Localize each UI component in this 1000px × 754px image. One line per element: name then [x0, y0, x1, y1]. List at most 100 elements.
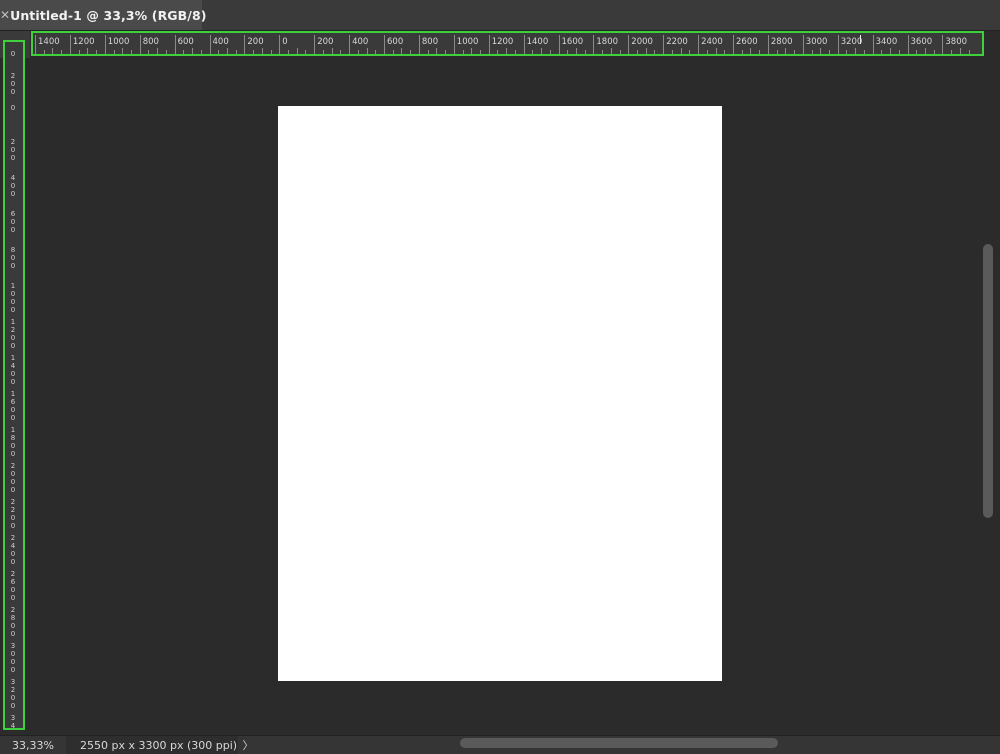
ruler-major-tick — [558, 35, 560, 54]
ruler-major-tick — [69, 35, 71, 54]
ruler-label: 3200 — [10, 678, 16, 710]
ruler-label: 3800 — [945, 37, 968, 47]
ruler-minor-tick — [113, 50, 115, 54]
ruler-minor-tick — [296, 48, 298, 54]
close-icon[interactable]: ✕ — [0, 8, 10, 22]
ruler-label: 1400 — [526, 37, 549, 47]
ruler-minor-tick — [968, 50, 970, 54]
ruler-major-tick — [104, 35, 106, 54]
ruler-minor-tick — [959, 48, 961, 54]
ruler-minor-tick — [87, 48, 89, 54]
document-tab[interactable]: ✕ Untitled-1 @ 33,3% (RGB/8) — [0, 0, 206, 30]
ruler-major-tick — [907, 35, 909, 54]
ruler-minor-tick — [52, 48, 54, 54]
ruler-minor-tick — [671, 50, 673, 54]
ruler-minor-tick — [218, 50, 220, 54]
ruler-minor-tick — [846, 50, 848, 54]
ruler-label: 1600 — [561, 37, 584, 47]
ruler-label: 3400 — [10, 714, 16, 730]
ruler-major-tick — [488, 35, 490, 54]
ruler-label: 400 — [352, 37, 369, 47]
ruler-label: 2600 — [736, 37, 758, 47]
ruler-label: 2200 — [10, 498, 16, 530]
ruler-label: 200 — [10, 72, 16, 96]
ruler-major-tick — [384, 35, 385, 54]
ruler-minor-tick — [157, 48, 159, 54]
ruler-minor-tick — [270, 50, 272, 54]
vertical-scrollbar-thumb[interactable] — [983, 244, 993, 518]
document-tab-title: Untitled-1 @ 33,3% (RGB/8) — [10, 7, 207, 23]
ruler-minor-tick — [357, 50, 359, 54]
zoom-level[interactable]: 33,33% — [0, 739, 66, 752]
ruler-minor-tick — [235, 50, 237, 54]
ruler-label: 1200 — [491, 37, 514, 47]
ruler-label: 1800 — [596, 37, 619, 47]
ruler-minor-tick — [436, 48, 438, 54]
ruler-minor-tick — [881, 50, 883, 54]
horizontal-scrollbar-thumb[interactable] — [460, 738, 778, 748]
ruler-label: 2000 — [10, 462, 16, 494]
ruler-label: 1000 — [10, 282, 16, 314]
ruler-label: 2600 — [10, 570, 16, 602]
cursor-position-marker — [860, 35, 861, 44]
ruler-major-tick — [174, 35, 176, 54]
ruler-label: 200 — [317, 37, 334, 47]
ruler-minor-tick — [715, 48, 717, 54]
ruler-label: 3000 — [10, 642, 16, 674]
ruler-major-tick — [733, 35, 734, 54]
ruler-major-tick — [802, 35, 804, 54]
ruler-minor-tick — [741, 50, 743, 54]
ruler-major-tick — [244, 35, 246, 54]
ruler-label: 2200 — [666, 37, 688, 47]
ruler-minor-tick — [541, 48, 543, 54]
ruler-minor-tick — [602, 50, 604, 54]
ruler-label: 1200 — [10, 318, 16, 350]
ruler-label: 1200 — [72, 37, 95, 47]
horizontal-ruler[interactable]: 1400 1200 1000 800 600 400 200 0 200 400 600 800 100… — [31, 31, 984, 56]
ruler-label: 1000 — [456, 37, 479, 47]
ruler-minor-tick — [654, 50, 656, 54]
ruler-minor-tick — [776, 50, 778, 54]
ruler-minor-tick — [96, 50, 98, 54]
ruler-label: 3600 — [910, 37, 933, 47]
ruler-minor-tick — [514, 50, 516, 54]
ruler-major-tick — [453, 35, 455, 54]
ruler-minor-tick — [794, 50, 796, 54]
ruler-minor-tick — [375, 50, 377, 54]
ruler-minor-tick — [78, 50, 80, 54]
ruler-minor-tick — [584, 50, 586, 54]
ruler-major-tick — [872, 35, 874, 54]
ruler-minor-tick — [567, 50, 569, 54]
ruler-minor-tick — [340, 50, 342, 54]
ruler-minor-tick — [750, 48, 752, 54]
ruler-minor-tick — [924, 48, 926, 54]
ruler-label: 2400 — [10, 534, 16, 566]
ruler-label: 2000 — [631, 37, 653, 47]
ruler-minor-tick — [122, 48, 124, 54]
ruler-major-tick — [837, 35, 839, 54]
ruler-minor-tick — [916, 50, 918, 54]
ruler-minor-tick — [689, 50, 691, 54]
vertical-ruler[interactable]: 0 200 0 200 400 600 800 1000 1200 1400 1600 1800 200… — [3, 40, 25, 730]
ruler-label: 1400 — [10, 354, 16, 386]
ruler-minor-tick — [828, 50, 830, 54]
ruler-minor-tick — [410, 50, 412, 54]
document-canvas[interactable] — [278, 106, 722, 681]
ruler-major-tick — [349, 35, 351, 54]
ruler-minor-tick — [261, 48, 263, 54]
ruler-label: 2800 — [10, 606, 16, 638]
ruler-minor-tick — [951, 50, 953, 54]
ruler-minor-tick — [253, 50, 255, 54]
document-info: 2550 px x 3300 px (300 ppi) — [66, 736, 238, 754]
ruler-minor-tick — [288, 50, 290, 54]
ruler-minor-tick — [200, 50, 202, 54]
ruler-major-tick — [139, 35, 141, 54]
ruler-major-tick — [35, 35, 36, 54]
ruler-minor-tick — [497, 50, 499, 54]
ruler-minor-tick — [130, 50, 132, 54]
ruler-label: 2800 — [770, 37, 793, 47]
chevron-right-icon[interactable]: 〉 — [238, 737, 258, 753]
ruler-minor-tick — [785, 48, 787, 54]
ruler-minor-tick — [645, 48, 647, 54]
ruler-major-tick — [209, 35, 211, 54]
